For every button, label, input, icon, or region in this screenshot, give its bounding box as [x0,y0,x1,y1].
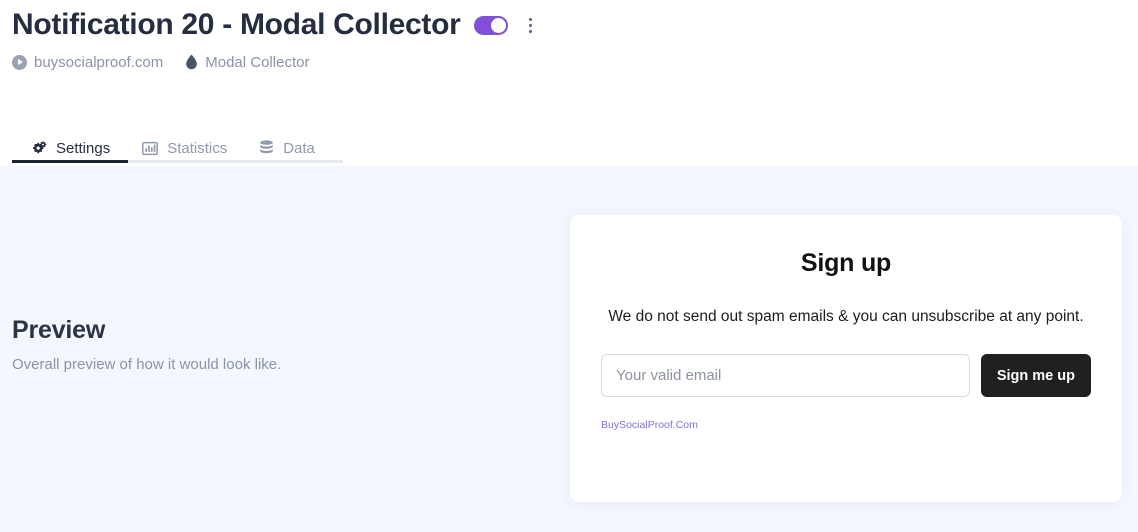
tab-settings-label: Settings [56,139,111,157]
kebab-dot [528,29,532,33]
page-header: Notification 20 - Modal Collector buysoc… [0,0,1138,166]
modal-footer-brand-link[interactable]: BuySocialProof.Com [601,419,698,431]
preview-subtitle: Overall preview of how it would look lik… [12,356,282,373]
kebab-dot [528,23,532,27]
tab-underline-track [12,160,343,163]
preview-block: Preview Overall preview of how it would … [12,314,281,375]
modal-description: We do not send out spam emails & you can… [608,308,1084,325]
page-title: Notification 20 - Modal Collector [12,8,461,41]
title-row: Notification 20 - Modal Collector [12,4,541,46]
content-area: Preview Overall preview of how it would … [0,166,1138,532]
signup-form-row: Sign me up [601,354,1091,397]
breadcrumb-item-site[interactable]: buysocialproof.com [12,54,163,71]
breadcrumb-site-label: buysocialproof.com [34,53,164,71]
tab-statistics-label: Statistics [167,139,228,157]
sign-me-up-button[interactable]: Sign me up [980,354,1091,397]
signup-modal-preview-card: Sign up We do not send out spam emails &… [570,215,1122,502]
bar-chart-icon [142,141,159,155]
preview-title: Preview [12,316,106,344]
kebab-dot [528,17,532,21]
notification-enabled-toggle[interactable] [474,15,509,35]
tab-data-label: Data [283,139,315,157]
site-globe-icon [12,54,27,70]
water-drop-icon [186,54,198,70]
toggle-knob [491,17,507,33]
breadcrumb-item-campaign[interactable]: Modal Collector [185,54,309,71]
breadcrumb-campaign-label: Modal Collector [205,53,310,71]
more-options-kebab-icon[interactable] [519,12,541,38]
database-icon [260,140,274,154]
email-input[interactable] [601,354,970,397]
gears-icon [33,140,47,153]
app-page: Notification 20 - Modal Collector buysoc… [0,0,1138,532]
tab-active-indicator [12,160,128,163]
breadcrumb: buysocialproof.com Modal Collector [12,50,309,74]
modal-title: Sign up [800,249,892,277]
